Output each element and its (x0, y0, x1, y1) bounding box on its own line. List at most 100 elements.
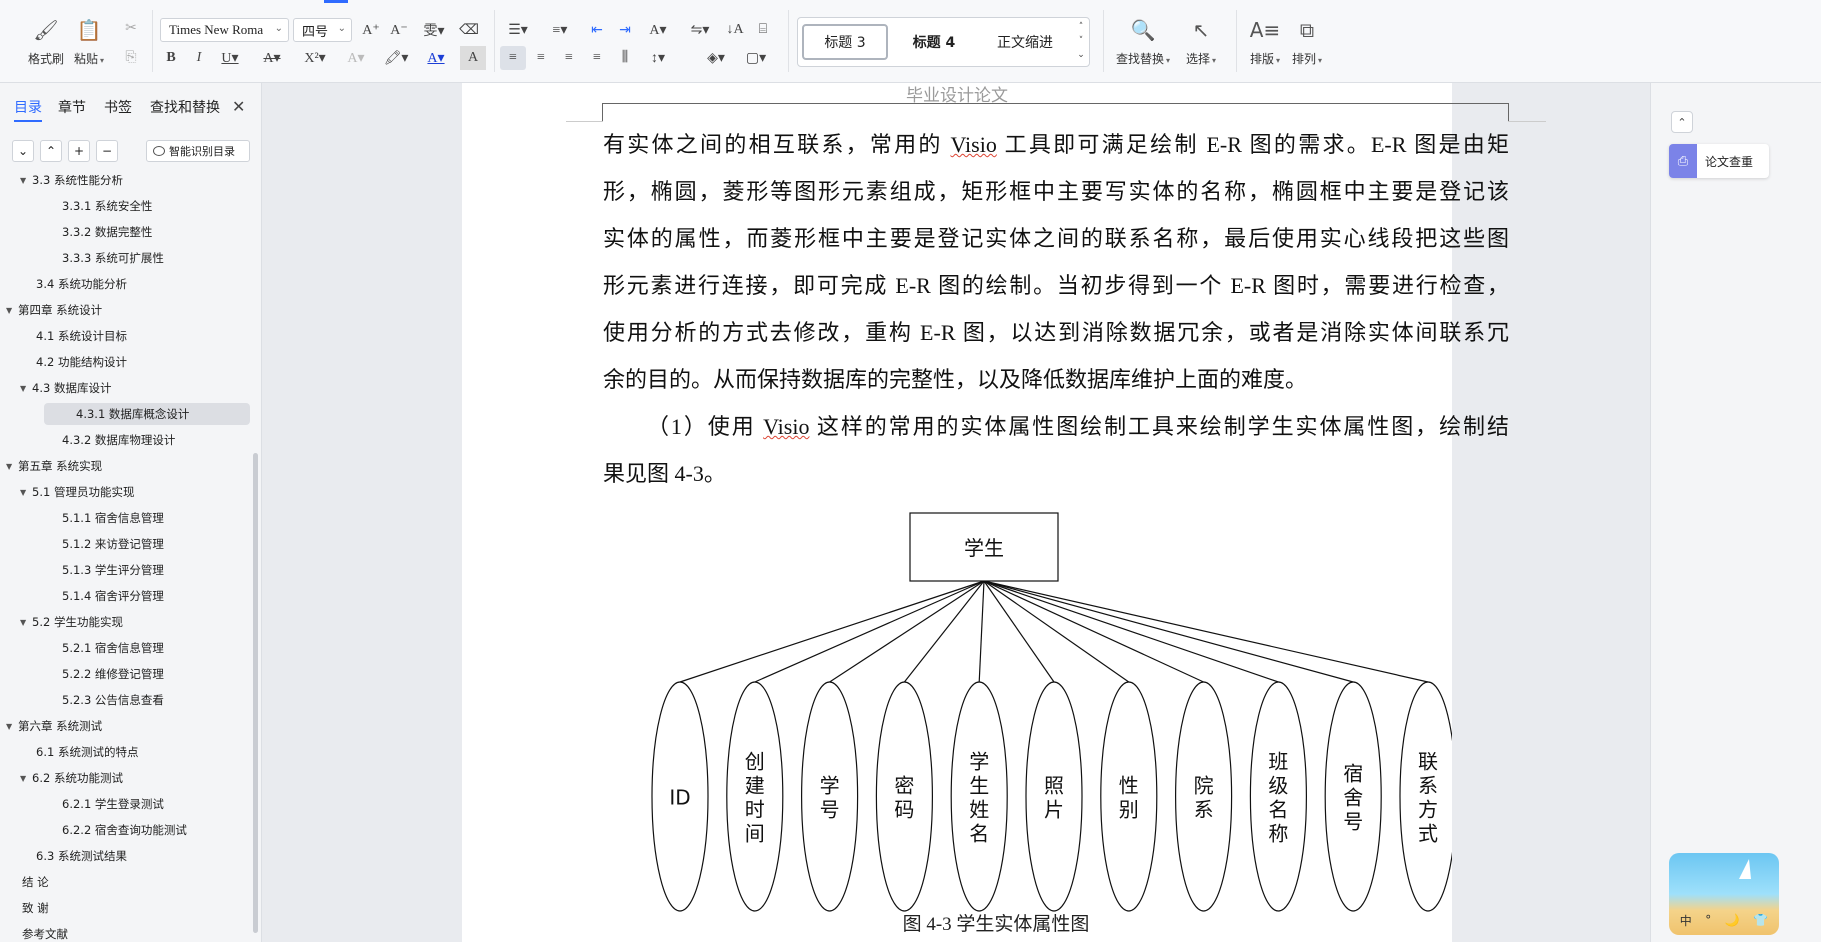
paper-check-button[interactable]: ⎙ 论文查重 (1669, 144, 1769, 178)
expand-triangle-icon[interactable]: ▼ (20, 488, 32, 497)
tab-toc[interactable]: 目录 (14, 97, 42, 117)
move-up-button[interactable]: ⌃ (40, 140, 62, 162)
numbered-list-icon[interactable]: ≡▾ (544, 18, 576, 42)
toc-item[interactable]: ▼ 第六章 系统测试 (0, 715, 250, 737)
toc-item[interactable]: 5.2.1 宿舍信息管理 (0, 637, 250, 659)
toc-item[interactable]: 3.4 系统功能分析 (0, 273, 250, 295)
phonetic-guide-icon[interactable]: 雯▾ (418, 18, 450, 42)
underline-icon[interactable]: U▾ (214, 46, 246, 70)
bold-icon[interactable]: B (158, 46, 184, 70)
highlight-icon[interactable]: 🖍▾ (380, 46, 412, 70)
shading-icon[interactable]: ◈▾ (700, 46, 732, 70)
increase-indent-icon[interactable]: ⇥ (612, 18, 638, 42)
toc-item[interactable]: ▼ 3.3 系统性能分析 (0, 175, 250, 191)
add-item-button[interactable]: + (68, 140, 90, 162)
collapse-all-button[interactable]: ⌄ (12, 140, 34, 162)
grow-font-icon[interactable]: A⁺ (358, 18, 384, 42)
line-spacing-icon[interactable]: ↕▾ (642, 46, 674, 70)
sort-icon[interactable]: ↓A (722, 18, 748, 42)
toc-item[interactable]: 4.3.2 数据库物理设计 (0, 429, 250, 451)
style-body-indent[interactable]: 正文缩进 (980, 24, 1070, 60)
text-effect-icon[interactable]: A▾ (340, 46, 372, 70)
smart-toc-button[interactable]: 智能识别目录 (146, 140, 250, 162)
expand-triangle-icon[interactable]: ▼ (6, 306, 18, 315)
decrease-indent-icon[interactable]: ⇤ (584, 18, 610, 42)
italic-icon[interactable]: I (186, 46, 212, 70)
char-scaling-icon[interactable]: A▾ (642, 18, 674, 42)
shrink-font-icon[interactable]: A⁻ (386, 18, 412, 42)
toc-item[interactable]: 参考文献 (0, 923, 250, 942)
toc-item[interactable]: 5.1.4 宿舍评分管理 (0, 585, 250, 607)
toc-item[interactable]: ▼ 第五章 系统实现 (0, 455, 250, 477)
ime-widget[interactable]: 中 ° 🌙 👕 (1669, 853, 1779, 935)
toc-item[interactable]: 5.1.3 学生评分管理 (0, 559, 250, 581)
copy-icon[interactable]: ⎘ (118, 46, 144, 70)
toc-item[interactable]: 4.1 系统设计目标 (0, 325, 250, 347)
clear-format-icon[interactable]: ⌫ (456, 18, 482, 42)
show-marks-icon[interactable]: ⌸ (750, 18, 776, 42)
distribute-icon[interactable]: ⫼ (612, 46, 638, 70)
tab-chapters[interactable]: 章节 (58, 97, 86, 117)
toc-item[interactable]: 致 谢 (0, 897, 250, 919)
toc-item[interactable]: 3.3.1 系统安全性 (0, 195, 250, 217)
style-gallery-scroll[interactable]: ˄ ˅ ⌄ (1075, 20, 1087, 62)
toc-item[interactable]: 4.2 功能结构设计 (0, 351, 250, 373)
superscript-icon[interactable]: X²▾ (298, 46, 332, 70)
arrange-button[interactable]: ⧉ 排列 ▾ (1292, 16, 1322, 67)
paste-button[interactable]: 📋 粘贴 ▾ (74, 16, 104, 67)
bullet-list-icon[interactable]: ☰▾ (502, 18, 534, 42)
font-name-select[interactable]: Times New Roma ⌄ (160, 18, 289, 42)
text-direction-icon[interactable]: ⇋▾ (684, 18, 716, 42)
toc-item[interactable]: 6.2.1 学生登录测试 (0, 793, 250, 815)
toc-item[interactable]: 5.2.2 维修登记管理 (0, 663, 250, 685)
char-shading-icon[interactable]: A (460, 46, 486, 70)
align-right-icon[interactable]: ≡ (556, 46, 582, 70)
expand-triangle-icon[interactable]: ▼ (6, 462, 18, 471)
toc-item[interactable]: ▼ 5.1 管理员功能实现 (0, 481, 250, 503)
style-heading-3[interactable]: 标题 3 (802, 24, 888, 60)
remove-item-button[interactable]: − (96, 140, 118, 162)
align-left-icon[interactable]: ≡ (500, 46, 526, 70)
toc-item[interactable]: 3.3.2 数据完整性 (0, 221, 250, 243)
close-icon[interactable]: ✕ (232, 97, 245, 116)
collapse-panel-button[interactable]: ⌃ (1671, 111, 1693, 133)
expand-triangle-icon[interactable]: ▼ (20, 176, 32, 185)
moon-icon[interactable]: 🌙 (1725, 913, 1740, 927)
format-painter-button[interactable]: 🖌 格式刷 (28, 16, 64, 67)
border-icon[interactable]: ▢▾ (740, 46, 772, 70)
tab-bookmarks[interactable]: 书签 (104, 97, 132, 117)
expand-triangle-icon[interactable]: ▼ (20, 384, 32, 393)
expand-triangle-icon[interactable]: ▼ (20, 774, 32, 783)
toc-item[interactable]: ▼ 4.3 数据库设计 (0, 377, 250, 399)
tab-find-replace[interactable]: 查找和替换 (150, 97, 220, 117)
ime-punct-icon[interactable]: ° (1705, 913, 1711, 927)
toc-item[interactable]: 4.3.1 数据库概念设计 (44, 403, 250, 425)
toc-item[interactable]: 6.2.2 宿舍查询功能测试 (0, 819, 250, 841)
strikethrough-icon[interactable]: A▾ (256, 46, 288, 70)
toc-item[interactable]: 6.3 系统测试结果 (0, 845, 250, 867)
toc-item[interactable]: ▼ 6.2 系统功能测试 (0, 767, 250, 789)
expand-triangle-icon[interactable]: ▼ (6, 722, 18, 731)
select-button[interactable]: ↖ 选择 ▾ (1186, 16, 1216, 67)
skin-icon[interactable]: 👕 (1753, 913, 1768, 927)
align-center-icon[interactable]: ≡ (528, 46, 554, 70)
ime-chinese-icon[interactable]: 中 (1680, 912, 1692, 929)
justify-icon[interactable]: ≡ (584, 46, 610, 70)
toc-item[interactable]: 5.1.2 来访登记管理 (0, 533, 250, 555)
toc-item[interactable]: 5.2.3 公告信息查看 (0, 689, 250, 711)
toc-item[interactable]: 5.1.1 宿舍信息管理 (0, 507, 250, 529)
toc-item[interactable]: 结 论 (0, 871, 250, 893)
toc-item[interactable]: 3.3.3 系统可扩展性 (0, 247, 250, 269)
font-size-select[interactable]: 四号 ⌄ (293, 18, 352, 42)
document-page[interactable]: 毕业设计论文 有实体之间的相互联系，常用的 Visio 工具即可满足绘制 E-R… (462, 83, 1546, 942)
toc-item[interactable]: 6.1 系统测试的特点 (0, 741, 250, 763)
typeset-button[interactable]: A≡ 排版 ▾ (1250, 16, 1280, 67)
font-color-icon[interactable]: A▾ (420, 46, 452, 70)
toc-item[interactable]: ▼ 5.2 学生功能实现 (0, 611, 250, 633)
toc-item[interactable]: ▼ 第四章 系统设计 (0, 299, 250, 321)
expand-triangle-icon[interactable]: ▼ (20, 618, 32, 627)
style-heading-4[interactable]: 标题 4 (898, 24, 970, 60)
nav-scrollbar[interactable] (253, 453, 258, 933)
find-replace-button[interactable]: 🔍 查找替换 ▾ (1116, 16, 1170, 67)
cut-icon[interactable]: ✂ (118, 16, 144, 40)
